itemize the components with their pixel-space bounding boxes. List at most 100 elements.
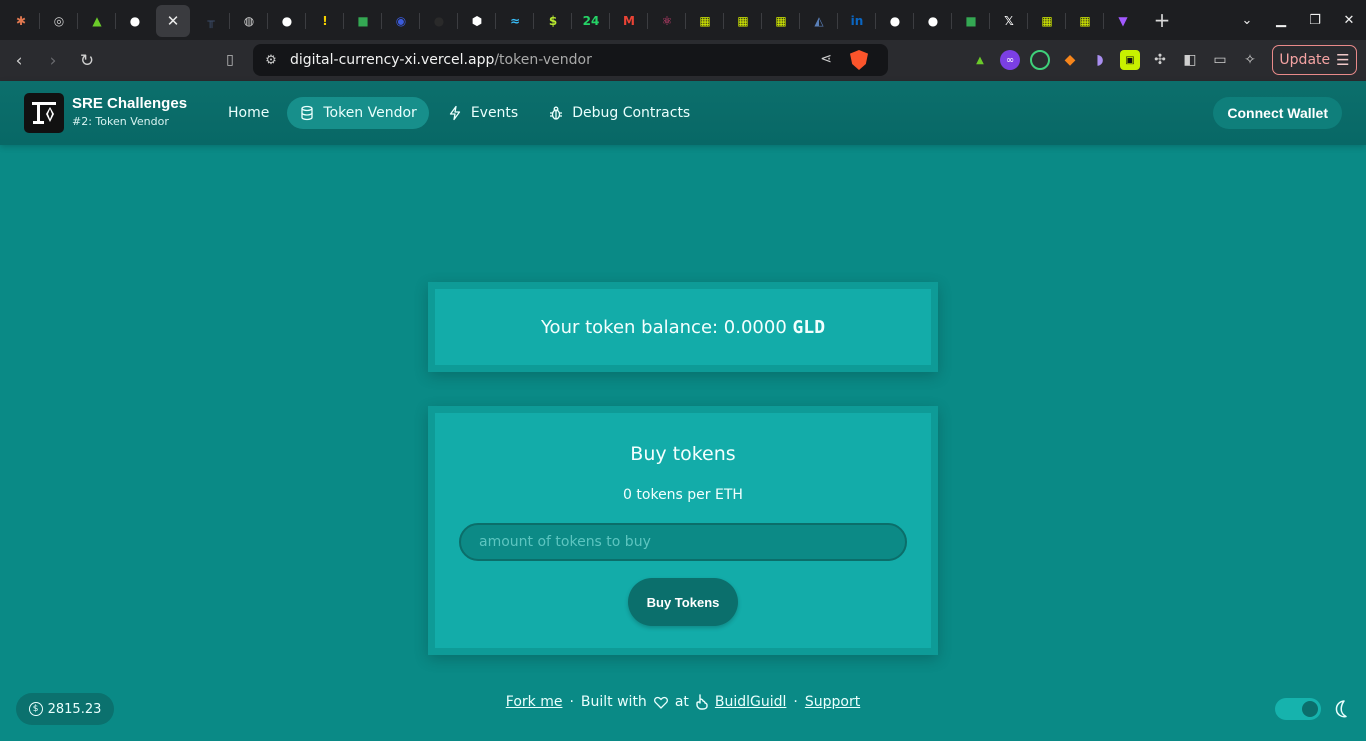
browser-tab[interactable]: ● — [875, 5, 914, 37]
browser-tab[interactable]: in — [837, 5, 876, 37]
wallet-extension-icon[interactable]: ∞ — [1000, 50, 1020, 70]
phantom-icon[interactable]: ◗ — [1090, 50, 1110, 70]
whatsapp-icon: 24 — [582, 14, 600, 28]
browser-tab[interactable]: ⚛ — [647, 5, 686, 37]
grid-icon: ▦ — [699, 14, 711, 28]
browser-tab[interactable]: ● — [419, 5, 458, 37]
app-header: SRE Challenges #2: Token Vendor Home Tok… — [0, 81, 1366, 145]
close-icon[interactable]: ✕ — [167, 12, 180, 30]
scaffold-logo-icon — [32, 102, 56, 124]
close-window-button[interactable]: ✕ — [1332, 0, 1366, 40]
sidebar-icon[interactable]: ◧ — [1180, 50, 1200, 70]
browser-tab[interactable]: $ — [533, 5, 572, 37]
browser-tab-strip: ✱ ◎ ▲ ● ✕ ╥ ◍ ●! ■ ◉ ● ⬢ ≈ $24 M ⚛ ▦ ▦ ▦ ◭ in ● ● ■ 𝕏 ▦ ▦ ▼ + ⌄ ▁ ❐… — [0, 0, 1366, 40]
github-icon: ● — [129, 14, 141, 28]
forward-button[interactable]: › — [38, 46, 68, 76]
browser-tab[interactable]: ⬢ — [457, 5, 496, 37]
address-bar[interactable]: ⚙ digital-currency-xi.vercel.app/token-v… — [253, 44, 888, 76]
browser-tab[interactable]: ■ — [343, 5, 382, 37]
browser-tab[interactable]: 24 — [571, 5, 610, 37]
browser-tab[interactable]: M — [609, 5, 648, 37]
support-link[interactable]: Support — [805, 694, 860, 710]
browser-tab[interactable]: ■ — [951, 5, 990, 37]
update-label: Update — [1279, 52, 1331, 68]
connect-wallet-button[interactable]: Connect Wallet — [1213, 97, 1342, 129]
browser-tab[interactable]: ▦ — [685, 5, 724, 37]
grid-icon: ▦ — [737, 14, 749, 28]
github-icon: ● — [927, 14, 939, 28]
browser-tab[interactable]: ▲ — [77, 5, 116, 37]
update-button[interactable]: Update ☰ — [1272, 45, 1357, 75]
balance-card: Your token balance: 0.0000 GLD — [428, 282, 938, 372]
browser-tab[interactable]: ● — [115, 5, 154, 37]
nav-events-label: Events — [470, 105, 519, 121]
browser-tab[interactable]: ▼ — [1103, 5, 1142, 37]
browser-tab[interactable]: ≈ — [495, 5, 534, 37]
new-tab-button[interactable]: + — [1150, 8, 1174, 32]
browser-tab[interactable]: ✱ — [2, 5, 40, 37]
grid-extension-icon[interactable]: ▣ — [1120, 50, 1140, 70]
buidlguidl-hand-icon — [696, 694, 708, 710]
browser-tab[interactable]: ▦ — [1065, 5, 1104, 37]
browser-tab[interactable]: ▦ — [1027, 5, 1066, 37]
site-settings-icon[interactable]: ⚙ — [256, 53, 286, 68]
scaffold-icon: ╥ — [207, 14, 215, 28]
warning-icon: ! — [322, 14, 328, 28]
app-icon: ◉ — [395, 14, 407, 28]
nav-debug-contracts[interactable]: Debug Contracts — [536, 97, 702, 129]
app-icon: ◭ — [814, 14, 824, 28]
browser-tab[interactable]: ✕ — [156, 5, 190, 37]
browser-tab[interactable]: ◭ — [799, 5, 838, 37]
database-icon — [301, 105, 313, 121]
logo[interactable] — [24, 93, 64, 133]
fork-me-link[interactable]: Fork me — [506, 694, 563, 710]
leo-ai-icon[interactable]: ✧ — [1240, 50, 1260, 70]
balance-text: Your token balance: 0.0000 GLD — [541, 317, 825, 338]
tab-search-icon[interactable]: ⌄ — [1230, 0, 1264, 40]
bolt-icon — [449, 105, 460, 121]
circle-icon: ● — [433, 14, 445, 28]
browser-toolbar: ‹ › ↻ ▯ ⚙ digital-currency-xi.vercel.app… — [0, 40, 1366, 81]
nav-home[interactable]: Home — [216, 97, 281, 129]
chart-icon: ▲ — [92, 14, 102, 28]
main-nav: Home Token Vendor Events Debug Contracts — [216, 97, 708, 129]
ring-extension-icon[interactable] — [1030, 50, 1050, 70]
extensions-icon[interactable]: ✣ — [1150, 50, 1170, 70]
minimize-button[interactable]: ▁ — [1264, 0, 1298, 40]
tab-list: ✱ ◎ ▲ ● ✕ ╥ ◍ ●! ■ ◉ ● ⬢ ≈ $24 M ⚛ ▦ ▦ ▦ ◭ in ● ● ■ 𝕏 ▦ ▦ ▼ — [2, 3, 1142, 37]
url-text: digital-currency-xi.vercel.app/token-ven… — [290, 52, 592, 68]
browser-tab[interactable]: ╥ — [192, 5, 230, 37]
browser-tab[interactable]: 𝕏 — [989, 5, 1028, 37]
menu-icon: ☰ — [1336, 51, 1350, 69]
metamask-icon[interactable]: ◆ — [1060, 50, 1080, 70]
browser-tab[interactable]: ▦ — [761, 5, 800, 37]
share-icon[interactable]: ⋖ — [820, 51, 832, 67]
browser-tab[interactable]: ◉ — [381, 5, 420, 37]
dollar-icon: $ — [548, 14, 558, 28]
reload-button[interactable]: ↻ — [72, 46, 102, 76]
browser-tab[interactable]: ◎ — [39, 5, 78, 37]
amount-input[interactable] — [459, 523, 907, 561]
openai-icon: ◎ — [53, 14, 65, 28]
buidlguidl-link[interactable]: BuidlGuidl — [715, 694, 787, 710]
maximize-button[interactable]: ❐ — [1298, 0, 1332, 40]
grid-icon: ▦ — [775, 14, 787, 28]
brave-shields-icon[interactable] — [850, 50, 868, 70]
back-button[interactable]: ‹ — [4, 46, 34, 76]
browser-tab[interactable]: ● — [267, 5, 306, 37]
bug-icon — [550, 106, 563, 120]
chart-extension-icon[interactable]: ▲ — [970, 50, 990, 70]
buy-tokens-button[interactable]: Buy Tokens — [628, 578, 738, 626]
theme-toggle[interactable] — [1275, 698, 1321, 720]
browser-tab[interactable]: ● — [913, 5, 952, 37]
bookmark-icon[interactable]: ▯ — [218, 48, 242, 72]
nav-events[interactable]: Events — [435, 97, 530, 129]
browser-tab[interactable]: ! — [305, 5, 344, 37]
nav-token-vendor[interactable]: Token Vendor — [287, 97, 429, 129]
browser-tab[interactable]: ▦ — [723, 5, 762, 37]
brave-wallet-icon[interactable]: ▭ — [1210, 50, 1230, 70]
hex-icon: ⬢ — [471, 14, 483, 28]
browser-tab[interactable]: ◍ — [229, 5, 268, 37]
github-icon: ● — [889, 14, 901, 28]
theme-toggle-knob — [1302, 701, 1318, 717]
